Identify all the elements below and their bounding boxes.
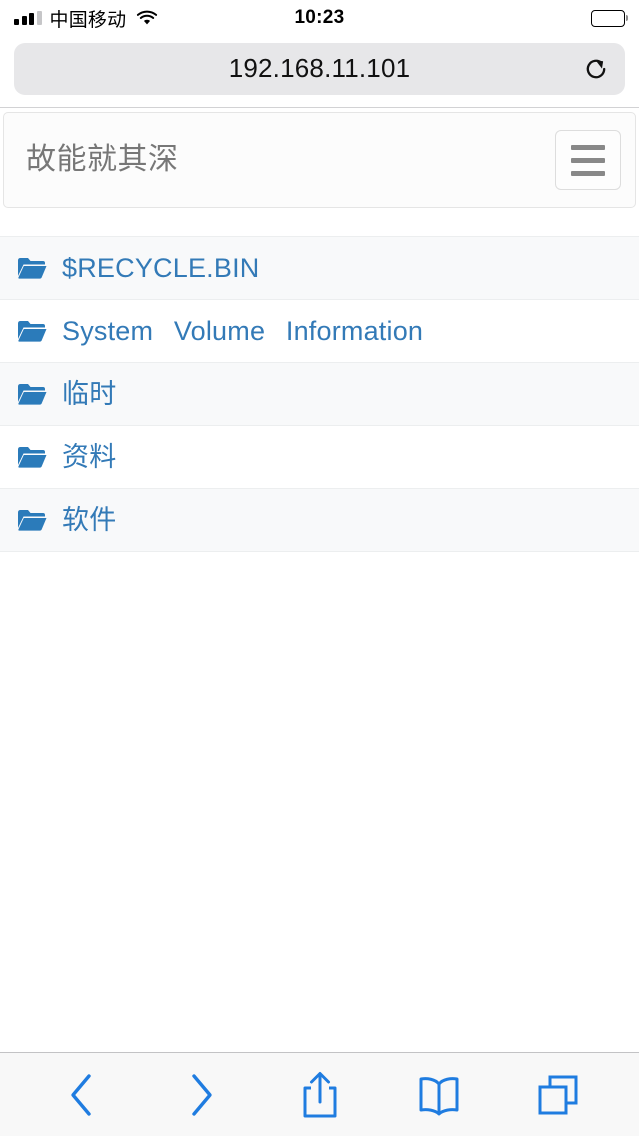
list-item-label[interactable]: 资料 (62, 443, 116, 471)
back-button[interactable] (54, 1067, 110, 1123)
reload-icon[interactable] (581, 54, 611, 84)
list-item[interactable]: 软件 (0, 489, 639, 552)
browser-toolbar (0, 1052, 639, 1136)
list-item[interactable]: 资料 (0, 426, 639, 489)
phone-screen: 中国移动 10:23 192.168.11.101 故能就其深 $RECYCLE… (0, 0, 639, 1136)
site-navbar: 故能就其深 (3, 112, 636, 208)
folder-icon (18, 321, 47, 342)
site-brand[interactable]: 故能就其深 (26, 145, 179, 175)
list-item[interactable]: System Volume Information (0, 300, 639, 363)
folder-icon (18, 447, 47, 468)
url-text[interactable]: 192.168.11.101 (229, 53, 411, 84)
tabs-button[interactable] (530, 1067, 586, 1123)
folder-icon (18, 510, 47, 531)
forward-button[interactable] (173, 1067, 229, 1123)
status-bar-right (591, 9, 625, 27)
status-bar: 中国移动 10:23 (0, 0, 639, 36)
list-item[interactable]: 临时 (0, 363, 639, 426)
file-list: $RECYCLE.BIN System Volume Information 临时资… (0, 236, 639, 552)
share-button[interactable] (292, 1067, 348, 1123)
list-item-label[interactable]: 临时 (62, 380, 116, 408)
folder-icon (18, 384, 47, 405)
clock-label: 10:23 (294, 7, 345, 28)
web-page-content: 故能就其深 $RECYCLE.BIN System Volume Informat… (0, 108, 639, 1052)
folder-icon (18, 258, 47, 279)
address-bar[interactable]: 192.168.11.101 (14, 42, 625, 95)
list-item-label[interactable]: $RECYCLE.BIN (62, 254, 259, 282)
battery-icon (591, 9, 625, 27)
browser-address-bar-container: 192.168.11.101 (0, 36, 639, 108)
bookmarks-button[interactable] (411, 1067, 467, 1123)
list-item[interactable]: $RECYCLE.BIN (0, 237, 639, 300)
hamburger-menu-icon[interactable] (555, 130, 621, 190)
list-item-label[interactable]: 软件 (62, 506, 116, 534)
list-item-label[interactable]: System Volume Information (62, 317, 423, 345)
